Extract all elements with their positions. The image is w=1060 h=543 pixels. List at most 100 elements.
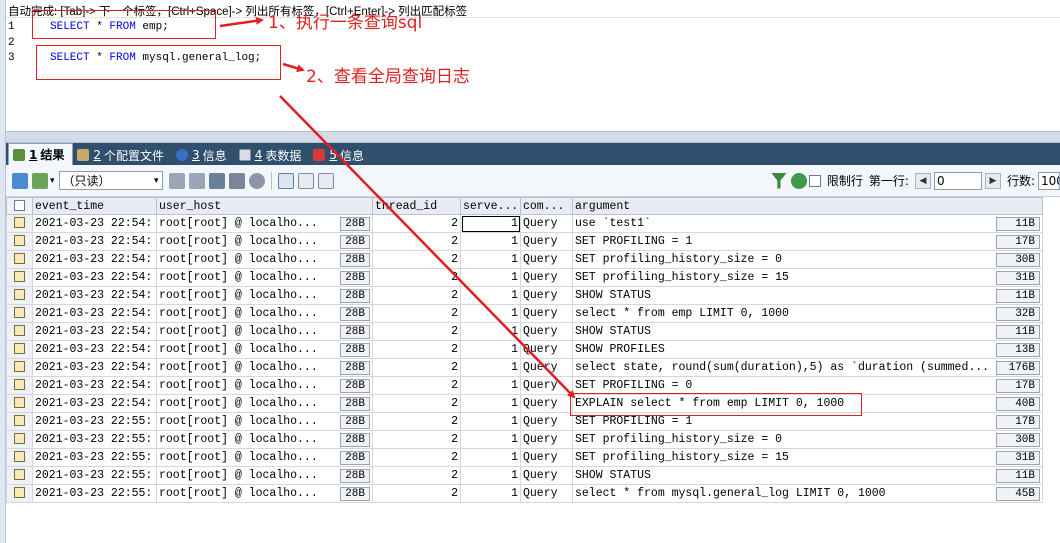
row-select-cell[interactable] xyxy=(6,376,33,395)
cell-argument[interactable]: select * from mysql.general_log LIMIT 0,… xyxy=(572,484,1043,503)
cell-thread-id[interactable]: 2 xyxy=(372,430,461,449)
row-checkbox[interactable] xyxy=(14,361,25,373)
cell-argument[interactable]: select state, round(sum(duration),5) as … xyxy=(572,358,1043,377)
cell-server-id[interactable]: 1 xyxy=(460,394,521,413)
blob-size-badge[interactable]: 17B xyxy=(996,378,1040,393)
cell-user-host[interactable]: root[root] @ localho... 28B xyxy=(156,448,373,467)
row-checkbox[interactable] xyxy=(14,487,25,499)
cell-command-type[interactable]: Query xyxy=(520,394,573,413)
mode-select[interactable]: （只读） ▾ xyxy=(58,171,163,190)
row-select-cell[interactable] xyxy=(6,430,33,449)
cell-user-host[interactable]: root[root] @ localho... 28B xyxy=(156,322,373,341)
cell-argument[interactable]: SET PROFILING = 1 17B xyxy=(572,232,1043,251)
table-row[interactable]: 2021-03-23 22:54: root[root] @ localho...… xyxy=(6,250,1043,269)
table-row[interactable]: 2021-03-23 22:54: root[root] @ localho...… xyxy=(6,214,1043,233)
cell-thread-id[interactable]: 2 xyxy=(372,412,461,431)
row-checkbox[interactable] xyxy=(14,325,25,337)
blob-size-badge[interactable]: 13B xyxy=(996,342,1040,357)
cell-thread-id[interactable]: 2 xyxy=(372,448,461,467)
refresh-icon[interactable] xyxy=(790,172,807,189)
cell-server-id[interactable]: 1 xyxy=(460,484,521,503)
cell-argument[interactable]: SHOW STATUS 11B xyxy=(572,286,1043,305)
column-header[interactable]: argument xyxy=(572,197,1043,215)
table-row[interactable]: 2021-03-23 22:55: root[root] @ localho...… xyxy=(6,412,1043,431)
cell-command-type[interactable]: Query xyxy=(520,304,573,323)
row-checkbox[interactable] xyxy=(14,415,25,427)
row-select-cell[interactable] xyxy=(6,286,33,305)
cell-command-type[interactable]: Query xyxy=(520,340,573,359)
duplicate-row-icon[interactable] xyxy=(188,172,205,189)
table-row[interactable]: 2021-03-23 22:54: root[root] @ localho...… xyxy=(6,232,1043,251)
table-row[interactable]: 2021-03-23 22:54: root[root] @ localho...… xyxy=(6,286,1043,305)
cell-event-time[interactable]: 2021-03-23 22:54: xyxy=(32,340,157,359)
table-row[interactable]: 2021-03-23 22:54: root[root] @ localho...… xyxy=(6,376,1043,395)
blob-size-badge[interactable]: 28B xyxy=(340,468,370,483)
cell-thread-id[interactable]: 2 xyxy=(372,268,461,287)
cell-command-type[interactable]: Query xyxy=(520,250,573,269)
table-row[interactable]: 2021-03-23 22:54: root[root] @ localho...… xyxy=(6,322,1043,341)
cell-event-time[interactable]: 2021-03-23 22:54: xyxy=(32,250,157,269)
cell-server-id[interactable]: 1 xyxy=(460,232,521,251)
table-row[interactable]: 2021-03-23 22:55: root[root] @ localho...… xyxy=(6,448,1043,467)
cell-thread-id[interactable]: 2 xyxy=(372,376,461,395)
cell-thread-id[interactable]: 2 xyxy=(372,250,461,269)
cell-user-host[interactable]: root[root] @ localho... 28B xyxy=(156,250,373,269)
row-checkbox[interactable] xyxy=(14,271,25,283)
row-select-cell[interactable] xyxy=(6,268,33,287)
blob-size-badge[interactable]: 28B xyxy=(340,252,370,267)
row-select-cell[interactable] xyxy=(6,232,33,251)
row-checkbox[interactable] xyxy=(14,307,25,319)
row-checkbox[interactable] xyxy=(14,253,25,265)
blob-size-badge[interactable]: 11B xyxy=(996,324,1040,339)
delete-icon[interactable] xyxy=(228,172,245,189)
blob-size-badge[interactable]: 28B xyxy=(340,216,370,231)
cell-thread-id[interactable]: 2 xyxy=(372,466,461,485)
row-checkbox[interactable] xyxy=(14,343,25,355)
cell-command-type[interactable]: Query xyxy=(520,466,573,485)
blob-size-badge[interactable]: 30B xyxy=(996,432,1040,447)
cell-argument[interactable]: SHOW PROFILES 13B xyxy=(572,340,1043,359)
row-select-cell[interactable] xyxy=(6,466,33,485)
first-row-input[interactable]: 0 xyxy=(933,171,982,190)
limit-rows-checkbox[interactable] xyxy=(808,174,821,187)
pane-splitter[interactable] xyxy=(6,131,1060,143)
cell-server-id[interactable]: 1 xyxy=(460,412,521,431)
blob-size-badge[interactable]: 31B xyxy=(996,450,1040,465)
column-header[interactable]: user_host xyxy=(156,197,373,215)
cell-argument[interactable]: SHOW STATUS 11B xyxy=(572,322,1043,341)
cell-event-time[interactable]: 2021-03-23 22:54: xyxy=(32,322,157,341)
blob-size-badge[interactable]: 28B xyxy=(340,414,370,429)
blob-size-badge[interactable]: 11B xyxy=(996,288,1040,303)
blob-size-badge[interactable]: 28B xyxy=(340,378,370,393)
import-icon[interactable] xyxy=(32,172,48,189)
cell-user-host[interactable]: root[root] @ localho... 28B xyxy=(156,304,373,323)
cell-event-time[interactable]: 2021-03-23 22:54: xyxy=(32,394,157,413)
tab-info-2[interactable]: 5 信息 xyxy=(309,145,372,165)
cell-argument[interactable]: SET profiling_history_size = 15 31B xyxy=(572,268,1043,287)
cell-user-host[interactable]: root[root] @ localho... 28B xyxy=(156,358,373,377)
cell-event-time[interactable]: 2021-03-23 22:54: xyxy=(32,304,157,323)
cell-event-time[interactable]: 2021-03-23 22:54: xyxy=(32,232,157,251)
cell-server-id[interactable]: 1 xyxy=(460,358,521,377)
rows-count-input[interactable]: 100 xyxy=(1038,171,1060,190)
cell-thread-id[interactable]: 2 xyxy=(372,232,461,251)
table-row[interactable]: 2021-03-23 22:54: root[root] @ localho...… xyxy=(6,394,1043,413)
cell-command-type[interactable]: Query xyxy=(520,214,573,233)
column-header[interactable]: serve... xyxy=(460,197,521,215)
cell-server-id[interactable]: 1 xyxy=(460,430,521,449)
grid-view-icon[interactable] xyxy=(277,172,294,189)
cell-event-time[interactable]: 2021-03-23 22:54: xyxy=(32,214,157,233)
row-select-cell[interactable] xyxy=(6,358,33,377)
row-checkbox[interactable] xyxy=(14,469,25,481)
cell-user-host[interactable]: root[root] @ localho... 28B xyxy=(156,376,373,395)
table-row[interactable]: 2021-03-23 22:54: root[root] @ localho...… xyxy=(6,358,1043,377)
cell-user-host[interactable]: root[root] @ localho... 28B xyxy=(156,412,373,431)
row-checkbox[interactable] xyxy=(14,433,25,445)
tab-results[interactable]: 1 结果 xyxy=(8,143,74,165)
row-select-cell[interactable] xyxy=(6,412,33,431)
table-row[interactable]: 2021-03-23 22:55: root[root] @ localho...… xyxy=(6,484,1043,503)
cancel-icon[interactable] xyxy=(248,172,265,189)
cell-user-host[interactable]: root[root] @ localho... 28B xyxy=(156,484,373,503)
column-header[interactable]: com... xyxy=(520,197,573,215)
blob-size-badge[interactable]: 28B xyxy=(340,288,370,303)
